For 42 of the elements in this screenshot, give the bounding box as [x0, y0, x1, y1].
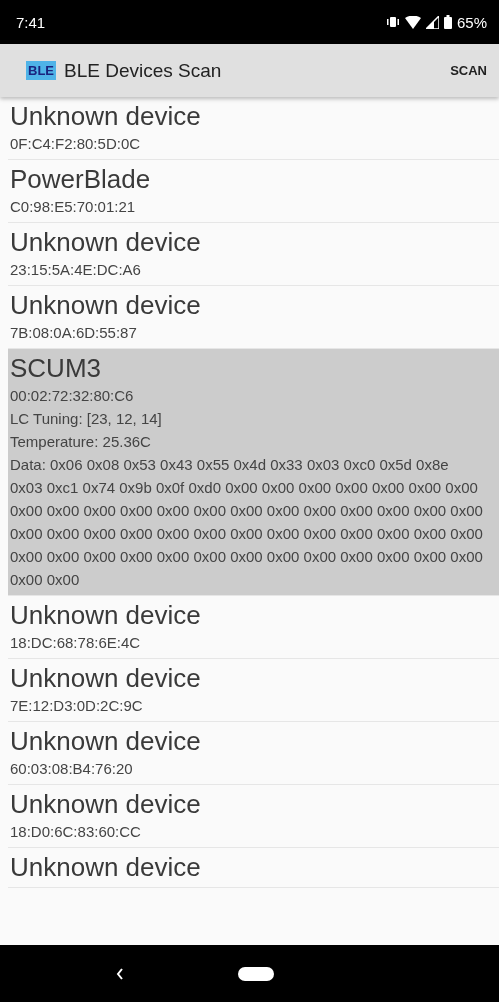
device-item[interactable]: Unknown device: [8, 848, 499, 888]
battery-percent: 65%: [456, 13, 487, 31]
signal-icon: [425, 15, 439, 29]
device-name: Unknown device: [10, 662, 202, 694]
device-name: PowerBlade: [10, 163, 152, 195]
device-address: C0:98:E5:70:01:21: [10, 197, 137, 217]
device-name: Unknown device: [10, 100, 202, 132]
back-icon[interactable]: [116, 967, 124, 980]
device-detail: LC Tuning: [23, 12, 14]: [10, 409, 163, 429]
wifi-icon: [404, 15, 421, 29]
device-address: 18:D0:6C:83:60:CC: [10, 822, 142, 842]
device-address: 7E:12:D3:0D:2C:9C: [10, 696, 144, 716]
device-name: Unknown device: [10, 289, 202, 321]
battery-icon: [443, 15, 452, 29]
device-address: 23:15:5A:4E:DC:A6: [10, 260, 142, 280]
device-name: Unknown device: [10, 788, 202, 820]
home-button[interactable]: [238, 966, 274, 981]
device-address: 7B:08:0A:6D:55:87: [10, 323, 138, 343]
app-logo: BLE: [26, 61, 56, 80]
device-address: 18:DC:68:78:6E:4C: [10, 633, 142, 653]
device-item[interactable]: PowerBlade C0:98:E5:70:01:21: [8, 160, 499, 223]
device-item[interactable]: [8, 349, 499, 596]
device-name: Unknown device: [10, 725, 202, 757]
device-name: SCUM3: [10, 352, 102, 384]
device-address: 0F:C4:F2:80:5D:0C: [10, 134, 142, 154]
device-name: Unknown device: [10, 851, 202, 883]
device-item[interactable]: Unknown device 18:DC:68:78:6E:4C: [8, 596, 499, 659]
status-time: 7:41: [16, 13, 47, 31]
app-title: BLE Devices Scan: [64, 59, 223, 82]
scan-button[interactable]: SCAN: [444, 57, 493, 84]
device-item[interactable]: Unknown device 18:D0:6C:83:60:CC: [8, 785, 499, 848]
device-item[interactable]: Unknown device 0F:C4:F2:80:5D:0C: [8, 97, 499, 160]
device-address: 60:03:08:B4:76:20: [10, 759, 134, 779]
device-detail: Temperature: 25.36C: [10, 432, 152, 452]
device-item[interactable]: Unknown device 60:03:08:B4:76:20: [8, 722, 499, 785]
device-detail: Data: 0x06 0x08 0x53 0x43 0x55 0x4d 0x33 0x03 0xc0 0x5d 0x8e 0x03 0xc1 0x74 0x9b 0x0f 0xd0 0x00 0x00 0x00 0x00 0x00 0x00 0x00 0x00 0x00 0x00 0x00 0x00 0x00 0x00 0x00 0x00 0x00 0x00 0x00 0x00 0x00 0x00 0x00 0x00 0x00 0x00 0x00 0x00 0x00 0x00 0x00 0x00 0x00 0x00 0x00 0x00 0x00 0x00 0x00 0x00 0x00 0x00 0x00 0x00 0x00 0x00 0x00 0x00: [10, 455, 484, 590]
device-name: Unknown device: [10, 599, 202, 631]
device-item[interactable]: Unknown device 7E:12:D3:0D:2C:9C: [8, 659, 499, 722]
device-address: 00:02:72:32:80:C6: [10, 386, 135, 406]
device-name: Unknown device: [10, 226, 202, 258]
vibrate-icon: [385, 16, 400, 28]
device-item[interactable]: Unknown device 23:15:5A:4E:DC:A6: [8, 223, 499, 286]
